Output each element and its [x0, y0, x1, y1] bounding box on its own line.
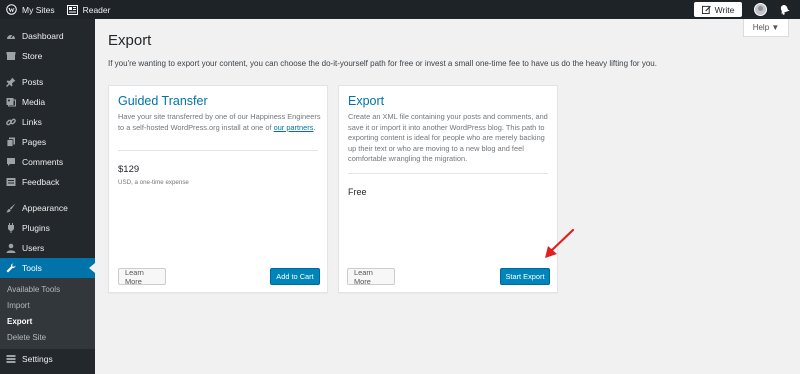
sidebar-item-posts[interactable]: Posts: [0, 72, 95, 92]
sidebar-item-label: Feedback: [22, 177, 60, 187]
sidebar-item-label: Plugins: [22, 223, 50, 233]
sidebar-item-pages[interactable]: Pages: [0, 132, 95, 152]
export-learn-more-button[interactable]: Learn More: [347, 268, 395, 286]
sidebar-item-plugins[interactable]: Plugins: [0, 218, 95, 238]
link-icon: [6, 117, 16, 127]
sidebar-item-feedback[interactable]: Feedback: [0, 172, 95, 192]
annotation-arrow-icon: [545, 228, 575, 258]
reader-link[interactable]: Reader: [61, 0, 117, 19]
sidebar-item-users[interactable]: Users: [0, 238, 95, 258]
submenu-item-available-tools[interactable]: Available Tools: [0, 281, 95, 297]
sidebar-item-label: Settings: [22, 354, 53, 364]
sidebar-item-appearance[interactable]: Appearance: [0, 198, 95, 218]
wrench-icon: [6, 263, 16, 273]
card-divider: [118, 150, 318, 151]
my-sites-label: My Sites: [22, 4, 55, 15]
guided-transfer-price-note: USD, a one-time expense: [118, 179, 189, 186]
sidebar-item-links[interactable]: Links: [0, 112, 95, 132]
guided-learn-more-button[interactable]: Learn More: [118, 268, 166, 286]
settings-icon: [6, 354, 16, 364]
plugin-icon: [6, 223, 16, 233]
sidebar-item-dashboard[interactable]: Dashboard: [0, 26, 95, 46]
write-button[interactable]: Write: [694, 2, 742, 17]
submenu-item-import[interactable]: Import: [0, 297, 95, 313]
submenu-item-delete-site[interactable]: Delete Site: [0, 329, 95, 345]
sidebar-item-store[interactable]: Store: [0, 46, 95, 66]
sidebar-item-label: Posts: [22, 77, 44, 87]
comment-icon: [6, 157, 16, 167]
page-intro: If you're wanting to export your content…: [108, 59, 657, 68]
tools-submenu: Available Tools Import Export Delete Sit…: [0, 278, 95, 349]
guided-transfer-description: Have your site transferred by one of our…: [118, 112, 323, 133]
brush-icon: [6, 203, 16, 213]
notifications-bell-icon[interactable]: [779, 4, 790, 15]
guided-transfer-price: $129: [118, 164, 140, 175]
dashboard-icon: [6, 31, 16, 41]
media-icon: [6, 97, 16, 107]
admin-bar: W My Sites Reader Write: [0, 0, 800, 19]
submenu-item-export[interactable]: Export: [0, 313, 95, 329]
avatar[interactable]: [754, 3, 767, 16]
sidebar-item-settings[interactable]: Settings: [0, 349, 95, 369]
help-tab-button[interactable]: Help ▼: [743, 19, 789, 37]
sidebar-item-label: Links: [22, 117, 42, 127]
admin-sidebar: Dashboard Store Posts Media Links Pages …: [0, 19, 95, 374]
reader-label: Reader: [82, 4, 111, 15]
wordpress-logo-icon: W: [6, 4, 17, 15]
export-card-title: Export: [348, 94, 385, 108]
sidebar-item-label: Media: [22, 97, 46, 107]
pin-icon: [6, 77, 16, 87]
sidebar-item-media[interactable]: Media: [0, 92, 95, 112]
sidebar-item-label: Comments: [22, 157, 64, 167]
store-icon: [6, 51, 16, 61]
svg-text:W: W: [8, 7, 15, 14]
sidebar-item-label: Users: [22, 243, 45, 253]
guided-transfer-desc-suffix: .: [313, 122, 316, 132]
export-card: Export Create an XML file containing you…: [338, 85, 558, 293]
pages-icon: [6, 137, 16, 147]
sidebar-item-label: Store: [22, 51, 43, 61]
feedback-icon: [6, 177, 16, 187]
guided-transfer-title: Guided Transfer: [118, 94, 208, 108]
sidebar-item-label: Tools: [22, 263, 42, 273]
sidebar-item-label: Pages: [22, 137, 47, 147]
start-export-button[interactable]: Start Export: [500, 268, 550, 285]
my-sites-link[interactable]: W My Sites: [0, 0, 61, 19]
export-price: Free: [348, 187, 367, 197]
edit-icon: [701, 5, 711, 14]
add-to-cart-button[interactable]: Add to Cart: [270, 268, 320, 285]
our-partners-link[interactable]: our partners: [274, 123, 314, 132]
sidebar-item-label: Dashboard: [22, 31, 64, 41]
guided-transfer-card: Guided Transfer Have your site transferr…: [108, 85, 328, 293]
sidebar-item-label: Appearance: [22, 203, 68, 213]
page-title: Export: [108, 32, 152, 49]
write-label: Write: [714, 4, 735, 15]
export-card-description: Create an XML file containing your posts…: [348, 112, 548, 164]
sidebar-item-comments[interactable]: Comments: [0, 152, 95, 172]
reader-icon: [66, 4, 78, 15]
sidebar-item-tools[interactable]: Tools: [0, 258, 95, 278]
users-icon: [6, 243, 16, 253]
card-divider: [348, 173, 548, 174]
